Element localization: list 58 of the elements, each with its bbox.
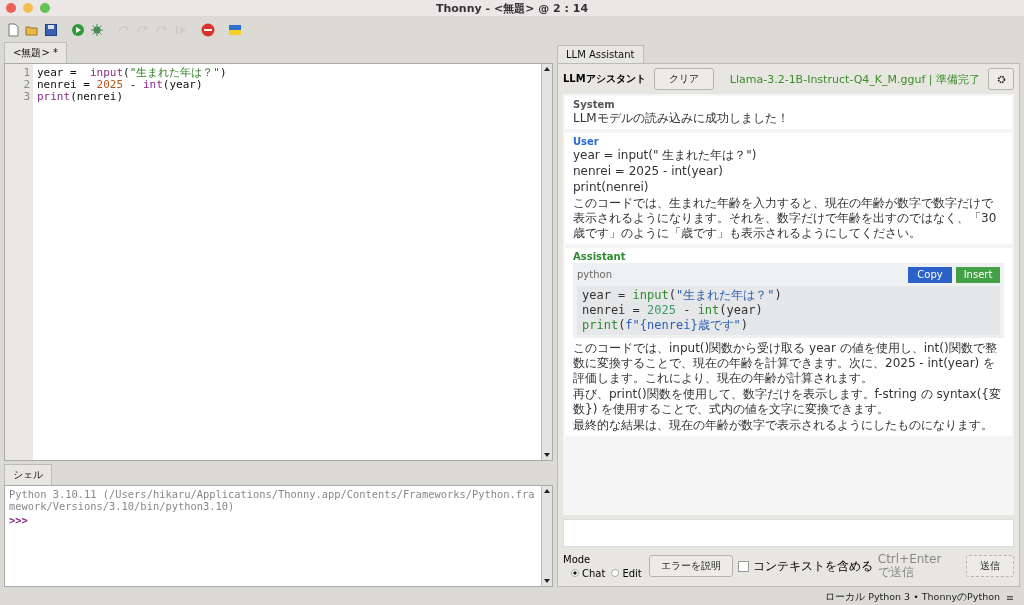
- line-number: 2: [22, 79, 31, 91]
- interpreter-status: ローカル Python 3 • ThonnyのPython: [825, 591, 1001, 604]
- model-status: Llama-3.2-1B-Instruct-Q4_K_M.gguf | 準備完了: [729, 71, 980, 87]
- panel-title: LLMアシスタント: [563, 72, 646, 86]
- window-title: Thonny - <無題> @ 2 : 14: [435, 0, 589, 16]
- message-text: このコードでは、生まれた年齢を入力すると、現在の年齢が数字で数字だけで表示されるようになります。それを、数字だけで年齢を出すのではなく、「30歳です」のように「歳です」も表示されるようにしてください。: [573, 196, 998, 241]
- context-checkbox[interactable]: コンテキストを含める: [737, 557, 873, 575]
- line-number: 1: [22, 67, 31, 79]
- line-number: 3: [22, 91, 31, 103]
- scroll-down-icon[interactable]: [543, 577, 551, 585]
- clear-button[interactable]: クリア: [653, 68, 714, 90]
- shell-tab[interactable]: シェル: [4, 464, 52, 485]
- settings-button[interactable]: [988, 68, 1014, 90]
- mode-radio[interactable]: Chat: [571, 567, 606, 579]
- send-hint: Ctrl+Enterで送信: [877, 553, 943, 579]
- close-icon[interactable]: [6, 3, 16, 13]
- message-text: このコードでは、input()関数から受け取る year の値を使用し、int()関数で整数に変換することで、現在の年齢を計算できます。次に、2025 - int(year) を評価します。これにより、現在の年齢が計算されます。: [573, 341, 998, 386]
- scroll-up-icon[interactable]: [543, 487, 551, 495]
- code-line: nenrei = 2025 - int(year): [582, 303, 764, 318]
- message-role: Assistant: [573, 251, 627, 262]
- shell-prompt: >>>: [9, 514, 29, 526]
- folder-icon[interactable]: [25, 23, 39, 37]
- code-line: year = input("生まれた年は？"): [37, 67, 228, 79]
- flag-icon[interactable]: [228, 23, 242, 37]
- code-language: python: [577, 269, 612, 280]
- message-text: nenrei = 2025 - int(year): [573, 164, 724, 179]
- scroll-down-icon[interactable]: [543, 451, 551, 459]
- settings-icon: [996, 74, 1006, 84]
- mode-label: Mode: [563, 553, 592, 565]
- message-text: print(nenrei): [573, 180, 650, 195]
- message-text: year = input(" 生まれた年は？"): [573, 148, 758, 163]
- zoom-icon[interactable]: [40, 3, 50, 13]
- code-line: print(nenrei): [37, 91, 125, 103]
- stop-icon[interactable]: [201, 23, 215, 37]
- new-file-icon[interactable]: [6, 23, 20, 37]
- send-button[interactable]: 送信: [966, 555, 1014, 577]
- scrollbar[interactable]: [541, 64, 552, 460]
- message-text: LLMモデルの読み込みに成功しました！: [573, 111, 790, 126]
- message-role: User: [573, 136, 600, 147]
- scroll-up-icon[interactable]: [543, 65, 551, 73]
- code-line: print(f"{nenrei}歳です"): [582, 318, 750, 333]
- message-text: 再び、print()関数を使用して、数字だけを表示します。f-string の syntax({変数}) を使用することで、式内の値を文字に変換できます。: [573, 387, 1002, 417]
- code-line: year = input("生まれた年は？"): [582, 288, 783, 303]
- run-icon[interactable]: [71, 23, 85, 37]
- scrollbar[interactable]: [541, 486, 552, 586]
- bug-icon[interactable]: [90, 23, 104, 37]
- message-role: System: [573, 99, 616, 110]
- explain-error-button[interactable]: エラーを説明: [648, 555, 733, 577]
- message-input[interactable]: [563, 519, 1014, 547]
- message-text: 最終的な結果は、現在の年齢が数字で表示されるようにしたものになります。: [573, 418, 994, 433]
- menu-icon[interactable]: ≡: [1006, 592, 1014, 603]
- copy-button[interactable]: Copy: [908, 266, 952, 283]
- shell-output: Python 3.10.11 (/Users/hikaru/Applications/Thonny.app/Contents/Frameworks/Python.framework/Versions/3.10/bin/python3.10): [9, 488, 536, 512]
- editor-tab[interactable]: <無題> *: [4, 42, 67, 63]
- assistant-tab[interactable]: LLM Assistant: [557, 45, 644, 63]
- save-icon[interactable]: [44, 23, 58, 37]
- code-line: nenrei = 2025 - int(year): [37, 79, 204, 91]
- mode-radio[interactable]: Edit: [611, 567, 642, 579]
